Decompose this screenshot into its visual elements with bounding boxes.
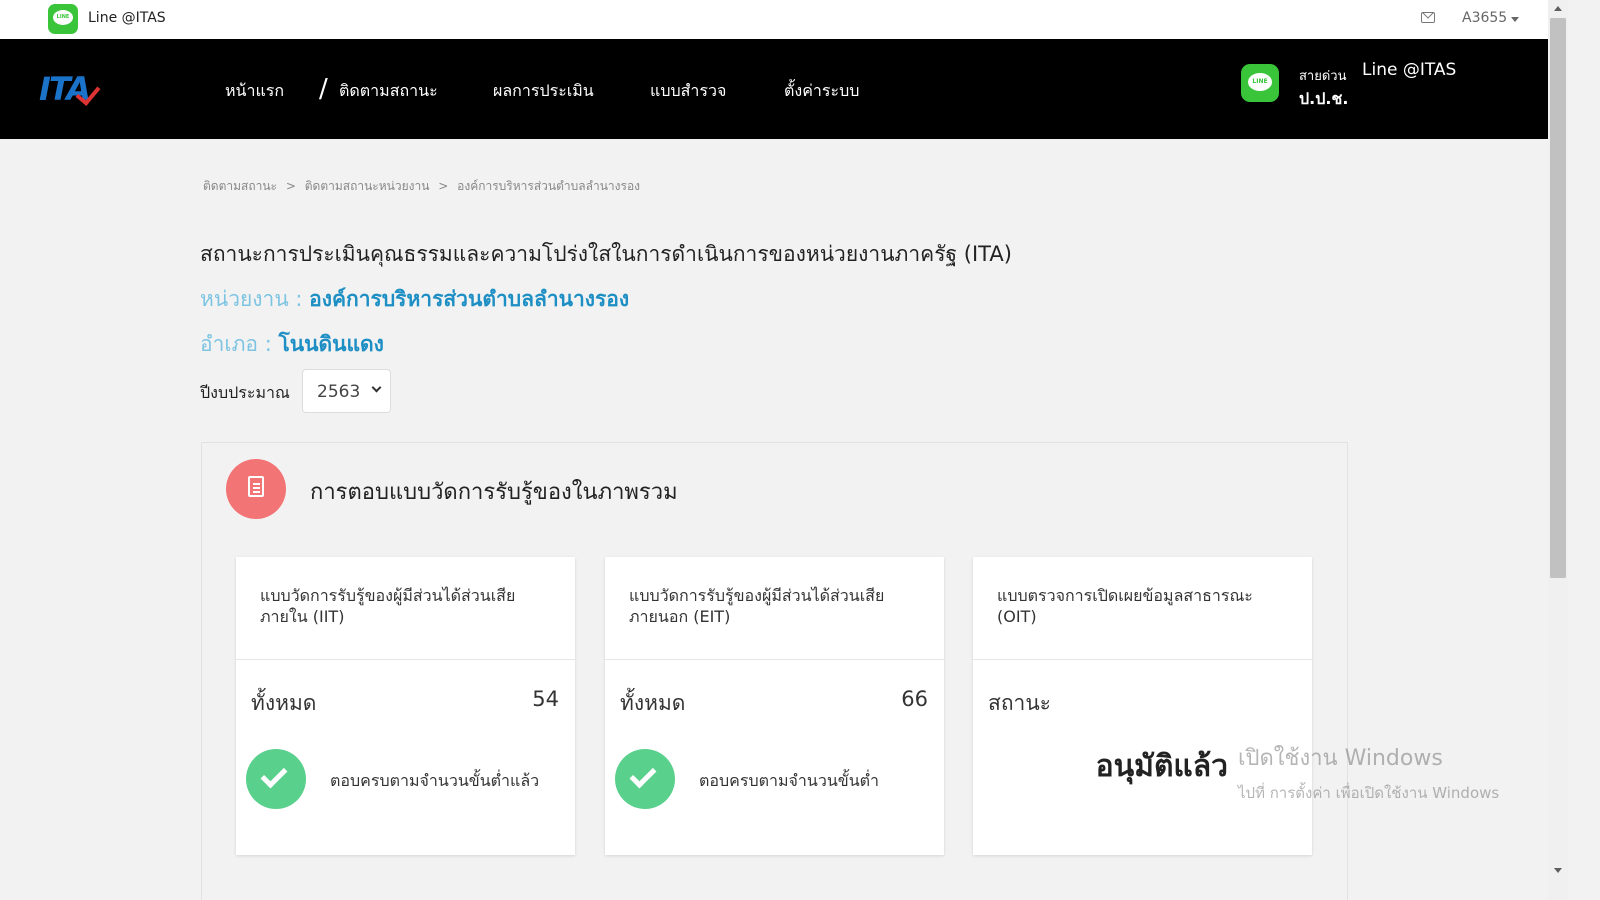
status-label: สถานะ — [988, 691, 1051, 715]
nav-slash-icon: / — [319, 74, 328, 104]
agency-value: องค์การบริหารส่วนตำบลลำนางรอง — [309, 287, 630, 311]
agency-row: หน่วยงาน : องค์การบริหารส่วนตำบลลำนางรอง — [200, 283, 629, 316]
nav-item-results[interactable]: ผลการประเมิน — [493, 79, 594, 104]
total-label: ทั้งหมด — [620, 691, 686, 715]
check-circle-icon — [246, 749, 306, 809]
panel-title: การตอบแบบวัดการรับรู้ของในภาพรวม — [310, 480, 678, 505]
page-scrollbar[interactable] — [1548, 0, 1568, 900]
district-label: อำเภอ : — [200, 332, 272, 356]
hotline-name[interactable]: Line @ITAS — [1362, 60, 1456, 80]
page-title: สถานะการประเมินคุณธรรมและความโปร่งใสในกา… — [200, 242, 1012, 266]
brand-name: Line @ITAS — [88, 10, 166, 26]
total-label: ทั้งหมด — [251, 691, 317, 715]
card-title: แบบวัดการรับรู้ของผู้มีส่วนได้ส่วนเสียภา… — [629, 586, 885, 626]
chevron-down-icon — [371, 382, 382, 393]
document-icon — [226, 459, 286, 519]
total-value: 54 — [532, 687, 559, 711]
user-menu[interactable]: A3655 — [1462, 10, 1507, 26]
main-navbar: ITA หน้าแรก / ติดตามสถานะ ผลการประเมิน แ… — [0, 39, 1548, 139]
breadcrumb-item-agency-status[interactable]: ติดตามสถานะหน่วยงาน — [305, 179, 430, 193]
approval-status: อนุมัติแล้ว — [1095, 749, 1228, 784]
status-text: ตอบครบตามจำนวนขั้นต่ำแล้ว — [330, 771, 540, 790]
agency-label: หน่วยงาน : — [200, 287, 303, 311]
scroll-thumb[interactable] — [1550, 18, 1566, 578]
district-value: โนนดินแดง — [278, 332, 384, 356]
windows-activation-watermark: เปิดใช้งาน Windows ไปที่ การตั้งค่า เพื่… — [1238, 746, 1500, 802]
check-circle-icon — [615, 749, 675, 809]
fiscal-year-select[interactable]: 2563 — [302, 369, 391, 413]
card-title: แบบตรวจการเปิดเผยข้อมูลสาธารณะ (OIT) — [997, 586, 1253, 626]
mail-icon[interactable] — [1421, 12, 1435, 23]
total-value: 66 — [901, 687, 928, 711]
breadcrumb-item-status[interactable]: ติดตามสถานะ — [203, 179, 277, 193]
ita-logo[interactable]: ITA — [39, 70, 109, 108]
breadcrumb: ติดตามสถานะ > ติดตามสถานะหน่วยงาน > องค์… — [203, 179, 641, 193]
hotline-org: ป.ป.ช. — [1299, 89, 1349, 108]
card-title: แบบวัดการรับรู้ของผู้มีส่วนได้ส่วนเสียภา… — [260, 586, 516, 626]
card-iit: แบบวัดการรับรู้ของผู้มีส่วนได้ส่วนเสียภา… — [236, 557, 575, 855]
fiscal-year-label: ปีงบประมาณ — [200, 383, 290, 402]
hotline-line-icon[interactable]: LINE — [1241, 64, 1279, 102]
status-text: ตอบครบตามจำนวนขั้นต่ำ — [699, 771, 879, 790]
top-bar: LINE Line @ITAS A3655 — [0, 0, 1548, 39]
scroll-down-icon[interactable] — [1554, 868, 1562, 873]
caret-down-icon[interactable] — [1511, 17, 1519, 22]
line-logo-icon: LINE — [48, 4, 78, 34]
nav-item-home[interactable]: หน้าแรก — [225, 79, 284, 104]
card-eit: แบบวัดการรับรู้ของผู้มีส่วนได้ส่วนเสียภา… — [605, 557, 944, 855]
scroll-up-icon[interactable] — [1554, 6, 1562, 11]
breadcrumb-item-current: องค์การบริหารส่วนตำบลลำนางรอง — [457, 179, 641, 193]
district-row: อำเภอ : โนนดินแดง — [200, 328, 384, 361]
nav-item-settings[interactable]: ตั้งค่าระบบ — [784, 79, 859, 104]
hotline-label: สายด่วน — [1299, 69, 1347, 84]
nav-item-status[interactable]: ติดตามสถานะ — [339, 79, 438, 104]
card-oit: แบบตรวจการเปิดเผยข้อมูลสาธารณะ (OIT) สถา… — [973, 557, 1312, 855]
nav-item-survey[interactable]: แบบสำรวจ — [650, 79, 726, 104]
